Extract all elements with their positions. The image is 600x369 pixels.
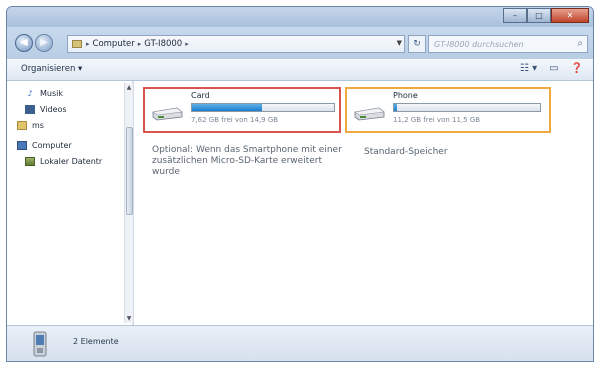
search-placeholder: GT-I8000 durchsuchen	[434, 39, 524, 49]
free-space-text: 7,62 GB frei von 14,9 GB	[191, 116, 279, 124]
user-icon	[17, 121, 27, 130]
close-button[interactable]: ✕	[551, 8, 589, 23]
sidebar-item-videos[interactable]: Videos	[25, 105, 67, 114]
toolbar-icons: ☷ ▾ ▭ ❓	[520, 63, 583, 74]
sidebar-item-label: Computer	[32, 141, 72, 150]
scroll-up-arrow[interactable]: ▲	[125, 84, 133, 91]
sidebar-item-label: Musik	[40, 89, 63, 98]
sidebar-item-label: Lokaler Datentr	[40, 157, 103, 166]
music-icon: ♪	[27, 89, 33, 98]
drive-phone[interactable]: Phone 11,2 GB frei von 11,5 GB	[345, 87, 551, 133]
back-button[interactable]: ◀	[15, 34, 33, 52]
free-space-text: 11,2 GB frei von 11,5 GB	[393, 116, 481, 124]
navigation-scrollbar[interactable]: ▲ ▼	[124, 83, 133, 323]
local-disk-icon	[25, 157, 35, 166]
drive-icon	[152, 107, 183, 121]
title-bar: – □ ✕	[7, 7, 593, 27]
item-count: 2 Elemente	[73, 337, 119, 346]
drive-name: Phone	[393, 91, 418, 100]
folder-icon	[72, 40, 82, 48]
drive-icon	[354, 107, 385, 121]
explorer-window: – □ ✕ ◀ ▶ ▸ Computer ▸ GT-I8000 ▸ ▼ ↻ GT…	[6, 6, 594, 362]
minimize-button[interactable]: –	[503, 8, 527, 23]
content-pane: Card 7,62 GB frei von 14,9 GB Phone 11,2…	[134, 81, 593, 325]
breadcrumb-computer[interactable]: Computer	[93, 39, 135, 49]
forward-button[interactable]: ▶	[35, 34, 53, 52]
phone-note: Standard-Speicher	[364, 147, 448, 157]
card-note: Optional: Wenn das Smartphone mit einer …	[152, 145, 342, 177]
usage-bar	[191, 103, 335, 112]
sidebar-item-ms[interactable]: ms	[17, 121, 44, 130]
search-input[interactable]: GT-I8000 durchsuchen ⌕	[428, 35, 588, 53]
details-pane: 2 Elemente	[7, 325, 593, 361]
preview-pane-icon[interactable]: ▭	[549, 63, 558, 74]
chevron-right-icon: ▸	[86, 40, 90, 48]
sidebar-item-label: Videos	[40, 105, 67, 114]
search-icon[interactable]: ⌕	[577, 38, 583, 49]
scroll-thumb[interactable]	[126, 127, 133, 215]
help-icon[interactable]: ❓	[571, 63, 583, 74]
refresh-button[interactable]: ↻	[408, 35, 426, 53]
usage-bar	[393, 103, 541, 112]
usage-bar-fill	[192, 104, 262, 111]
computer-icon	[17, 141, 27, 150]
sidebar-item-computer[interactable]: Computer	[17, 141, 72, 150]
command-bar: Organisieren ▾ ☷ ▾ ▭ ❓	[7, 59, 593, 81]
video-icon	[25, 105, 35, 114]
navigation-pane: ♪ Musik Videos ms Computer Lokaler Daten…	[7, 81, 133, 325]
phone-device-icon	[33, 331, 47, 357]
window-controls: – □ ✕	[503, 8, 589, 23]
address-dropdown-icon[interactable]: ▼	[397, 39, 402, 47]
breadcrumb-gt-i8000[interactable]: GT-I8000	[144, 39, 182, 49]
drive-name: Card	[191, 91, 210, 100]
sidebar-item-label: ms	[32, 121, 44, 130]
navigation-bar: ◀ ▶ ▸ Computer ▸ GT-I8000 ▸ ▼ ↻ GT-I8000…	[7, 27, 593, 59]
chevron-right-icon: ▸	[185, 40, 189, 48]
chevron-right-icon: ▸	[137, 40, 142, 48]
address-bar[interactable]: ▸ Computer ▸ GT-I8000 ▸ ▼	[67, 35, 405, 53]
scroll-down-arrow[interactable]: ▼	[125, 315, 133, 322]
drive-card[interactable]: Card 7,62 GB frei von 14,9 GB	[143, 87, 341, 133]
organize-button[interactable]: Organisieren ▾	[21, 64, 82, 74]
view-options-icon[interactable]: ☷ ▾	[520, 63, 537, 74]
maximize-button[interactable]: □	[527, 8, 551, 23]
sidebar-item-musik[interactable]: ♪ Musik	[25, 89, 63, 98]
usage-bar-fill	[394, 104, 397, 111]
sidebar-item-lokaler-datentraeger[interactable]: Lokaler Datentr	[25, 157, 102, 166]
